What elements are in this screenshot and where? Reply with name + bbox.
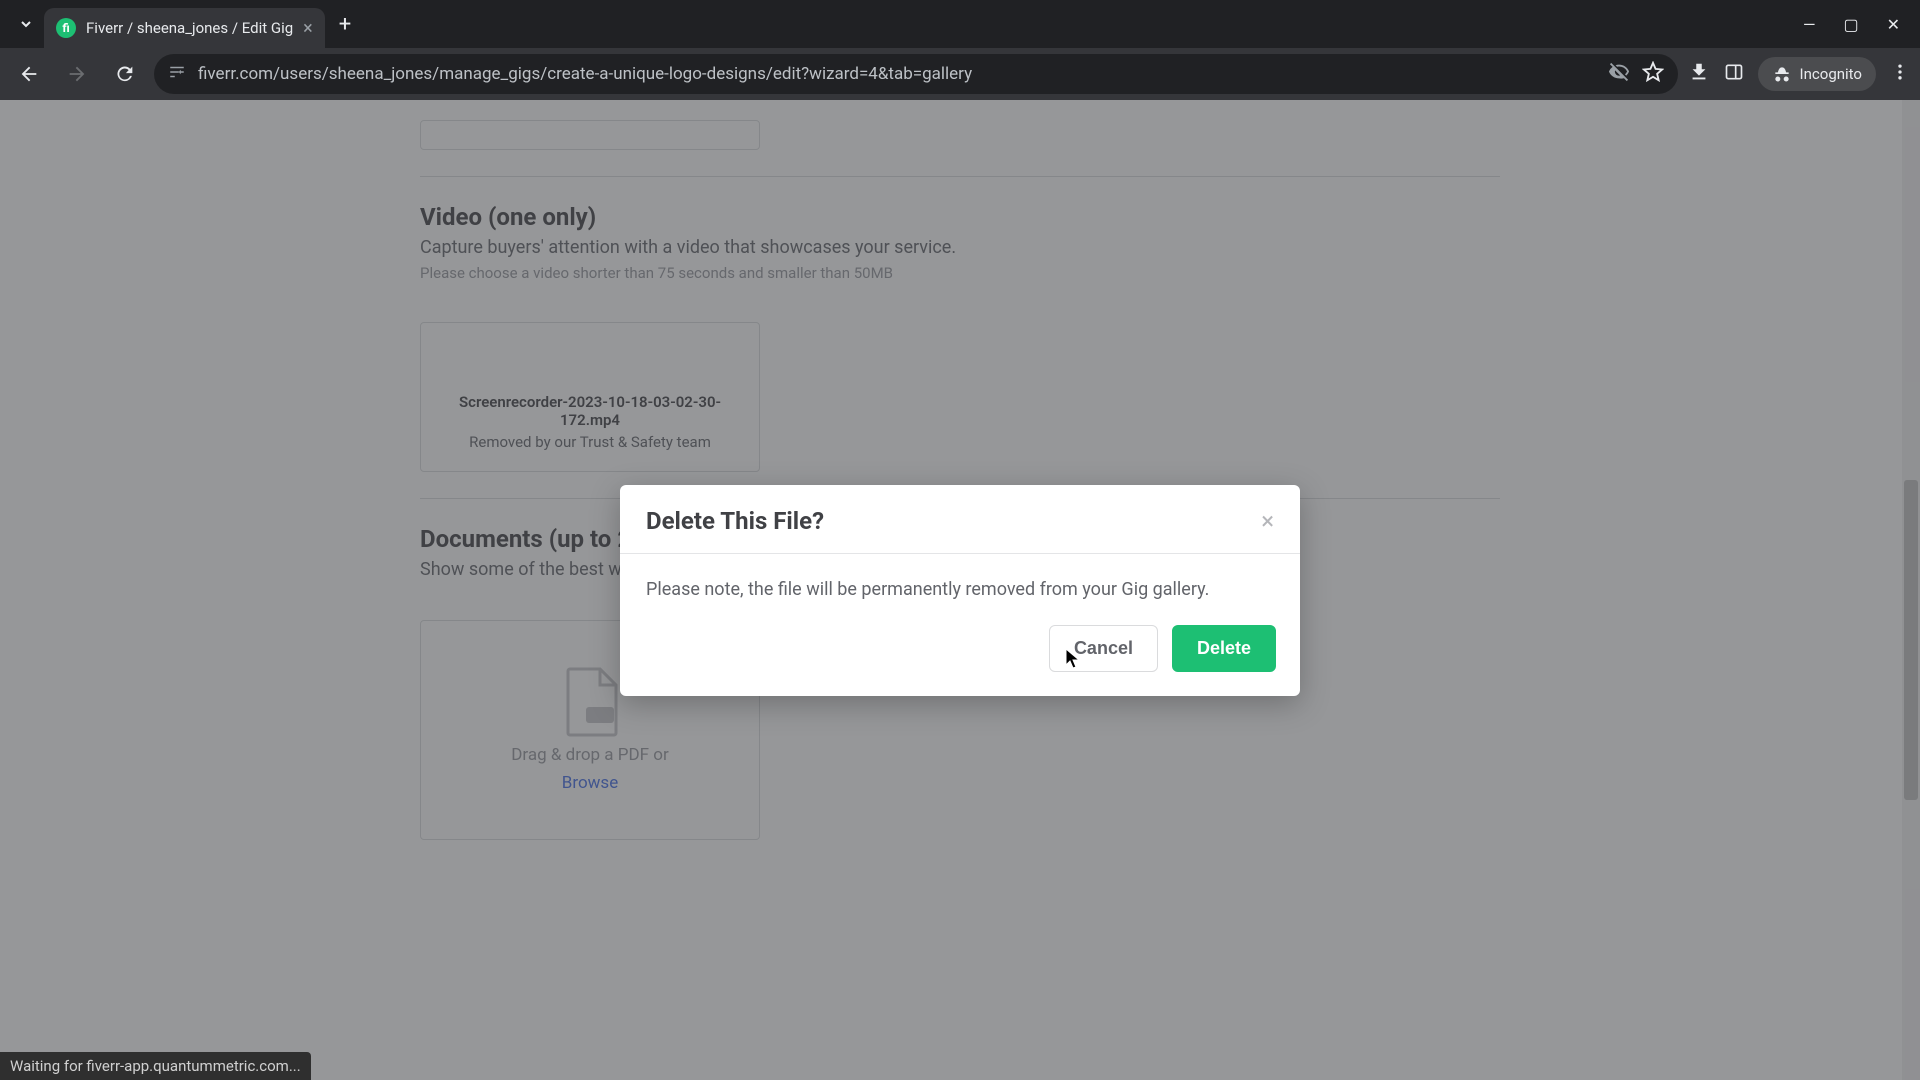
modal-close-icon[interactable]: × xyxy=(1261,509,1274,533)
toolbar-right-actions: Incognito xyxy=(1688,57,1910,91)
address-bar[interactable]: fiverr.com/users/sheena_jones/manage_gig… xyxy=(154,54,1678,94)
bookmark-star-icon[interactable] xyxy=(1642,61,1664,88)
url-text: fiverr.com/users/sheena_jones/manage_gig… xyxy=(198,64,1596,84)
incognito-icon xyxy=(1772,64,1792,84)
fiverr-favicon-icon: fi xyxy=(56,18,76,38)
tab-strip: fi Fiverr / sheena_jones / Edit Gig × + … xyxy=(0,0,1920,48)
browser-tab[interactable]: fi Fiverr / sheena_jones / Edit Gig × xyxy=(44,8,325,48)
delete-button[interactable]: Delete xyxy=(1172,625,1276,672)
downloads-icon[interactable] xyxy=(1688,61,1710,87)
incognito-label: Incognito xyxy=(1800,65,1862,83)
reload-button[interactable] xyxy=(106,55,144,93)
delete-file-modal: Delete This File? × Please note, the fil… xyxy=(620,485,1300,696)
modal-footer: Cancel Delete xyxy=(620,611,1300,696)
kebab-menu-icon[interactable] xyxy=(1890,62,1910,86)
eye-off-icon[interactable] xyxy=(1608,61,1630,88)
modal-title: Delete This File? xyxy=(646,507,824,535)
tab-title: Fiverr / sheena_jones / Edit Gig xyxy=(86,19,293,37)
tab-search-dropdown[interactable] xyxy=(8,6,44,42)
tab-close-icon[interactable]: × xyxy=(303,18,313,39)
forward-button[interactable] xyxy=(58,55,96,93)
modal-header: Delete This File? × xyxy=(620,485,1300,554)
back-button[interactable] xyxy=(10,55,48,93)
maximize-icon[interactable]: ▢ xyxy=(1843,15,1858,34)
cancel-button[interactable]: Cancel xyxy=(1049,625,1158,672)
status-bar: Waiting for fiverr-app.quantummetric.com… xyxy=(0,1052,311,1080)
window-controls: — ▢ ✕ xyxy=(1803,15,1912,34)
side-panel-icon[interactable] xyxy=(1724,62,1744,86)
browser-toolbar: fiverr.com/users/sheena_jones/manage_gig… xyxy=(0,48,1920,100)
site-settings-icon[interactable] xyxy=(168,63,186,86)
modal-body: Please note, the file will be permanentl… xyxy=(620,554,1300,611)
minimize-icon[interactable]: — xyxy=(1803,15,1816,34)
modal-overlay[interactable]: Delete This File? × Please note, the fil… xyxy=(0,100,1920,1080)
close-window-icon[interactable]: ✕ xyxy=(1887,15,1900,34)
incognito-indicator[interactable]: Incognito xyxy=(1758,57,1876,91)
page-viewport: Video (one only) Capture buyers' attenti… xyxy=(0,100,1920,1080)
new-tab-button[interactable]: + xyxy=(339,12,351,37)
